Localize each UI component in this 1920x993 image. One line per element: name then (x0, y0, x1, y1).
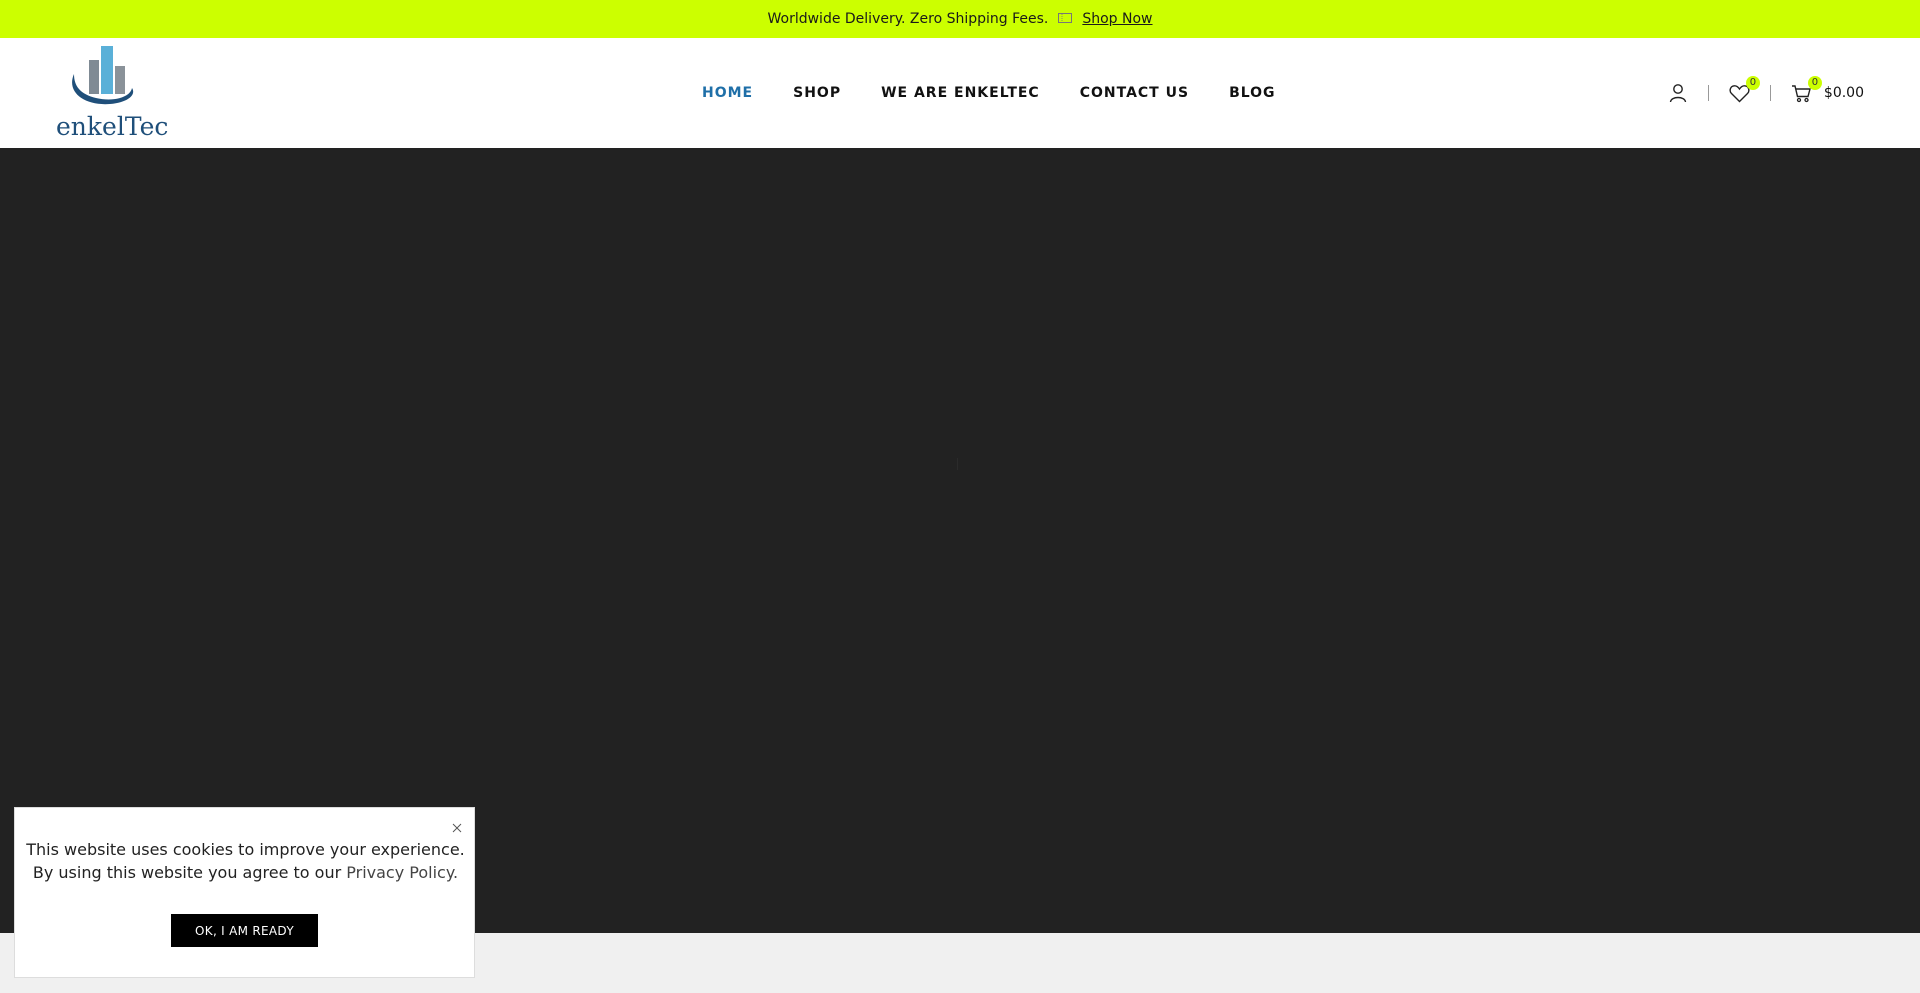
cookie-notice: This website uses cookies to improve you… (14, 807, 475, 978)
nav-item-shop[interactable]: SHOP (793, 85, 841, 101)
building-bars-logo (72, 46, 134, 105)
nav-item-home[interactable]: HOME (702, 85, 753, 101)
nav-item-we-are-enkeltec[interactable]: WE ARE ENKELTEC (881, 85, 1040, 101)
cookie-line-2: By using this website you agree to our P… (15, 861, 476, 884)
cart-count-badge: 0 (1807, 75, 1822, 90)
accept-cookies-button[interactable]: OK, I AM READY (171, 914, 318, 947)
ticket-icon (1058, 12, 1073, 26)
site-logo[interactable]: enkelTec (56, 44, 169, 144)
nav-item-contact-us[interactable]: CONTACT US (1080, 85, 1189, 101)
wishlist-button[interactable]: 0 (1729, 75, 1760, 103)
cookie-line-2-prefix: By using this website you agree to our (32, 863, 342, 882)
promo-text: Worldwide Delivery. Zero Shipping Fees. (767, 11, 1049, 27)
shop-now-link[interactable]: Shop Now (1082, 11, 1152, 27)
cart-button[interactable]: 0 (1791, 75, 1822, 103)
divider (1707, 85, 1709, 101)
cookie-message: This website uses cookies to improve you… (15, 838, 476, 884)
hero-loader (957, 458, 958, 470)
cart-total[interactable]: $0.00 (1824, 85, 1864, 101)
user-icon (1669, 84, 1687, 103)
account-button[interactable] (1668, 83, 1688, 103)
close-icon[interactable] (452, 822, 462, 836)
promo-bar: Worldwide Delivery. Zero Shipping Fees. … (0, 0, 1920, 38)
nav-item-blog[interactable]: BLOG (1229, 85, 1276, 101)
header-actions: 0 0 $0.00 (1668, 38, 1864, 148)
divider (1769, 85, 1771, 101)
site-header: enkelTec HOME SHOP WE ARE ENKELTEC CONTA… (0, 38, 1920, 148)
cookie-line-1: This website uses cookies to improve you… (26, 840, 465, 859)
wishlist-count-badge: 0 (1745, 75, 1760, 90)
main-nav: HOME SHOP WE ARE ENKELTEC CONTACT US BLO… (702, 38, 1276, 148)
privacy-policy-link[interactable]: Privacy Policy. (346, 863, 458, 882)
logo-text: enkelTec (56, 112, 169, 141)
